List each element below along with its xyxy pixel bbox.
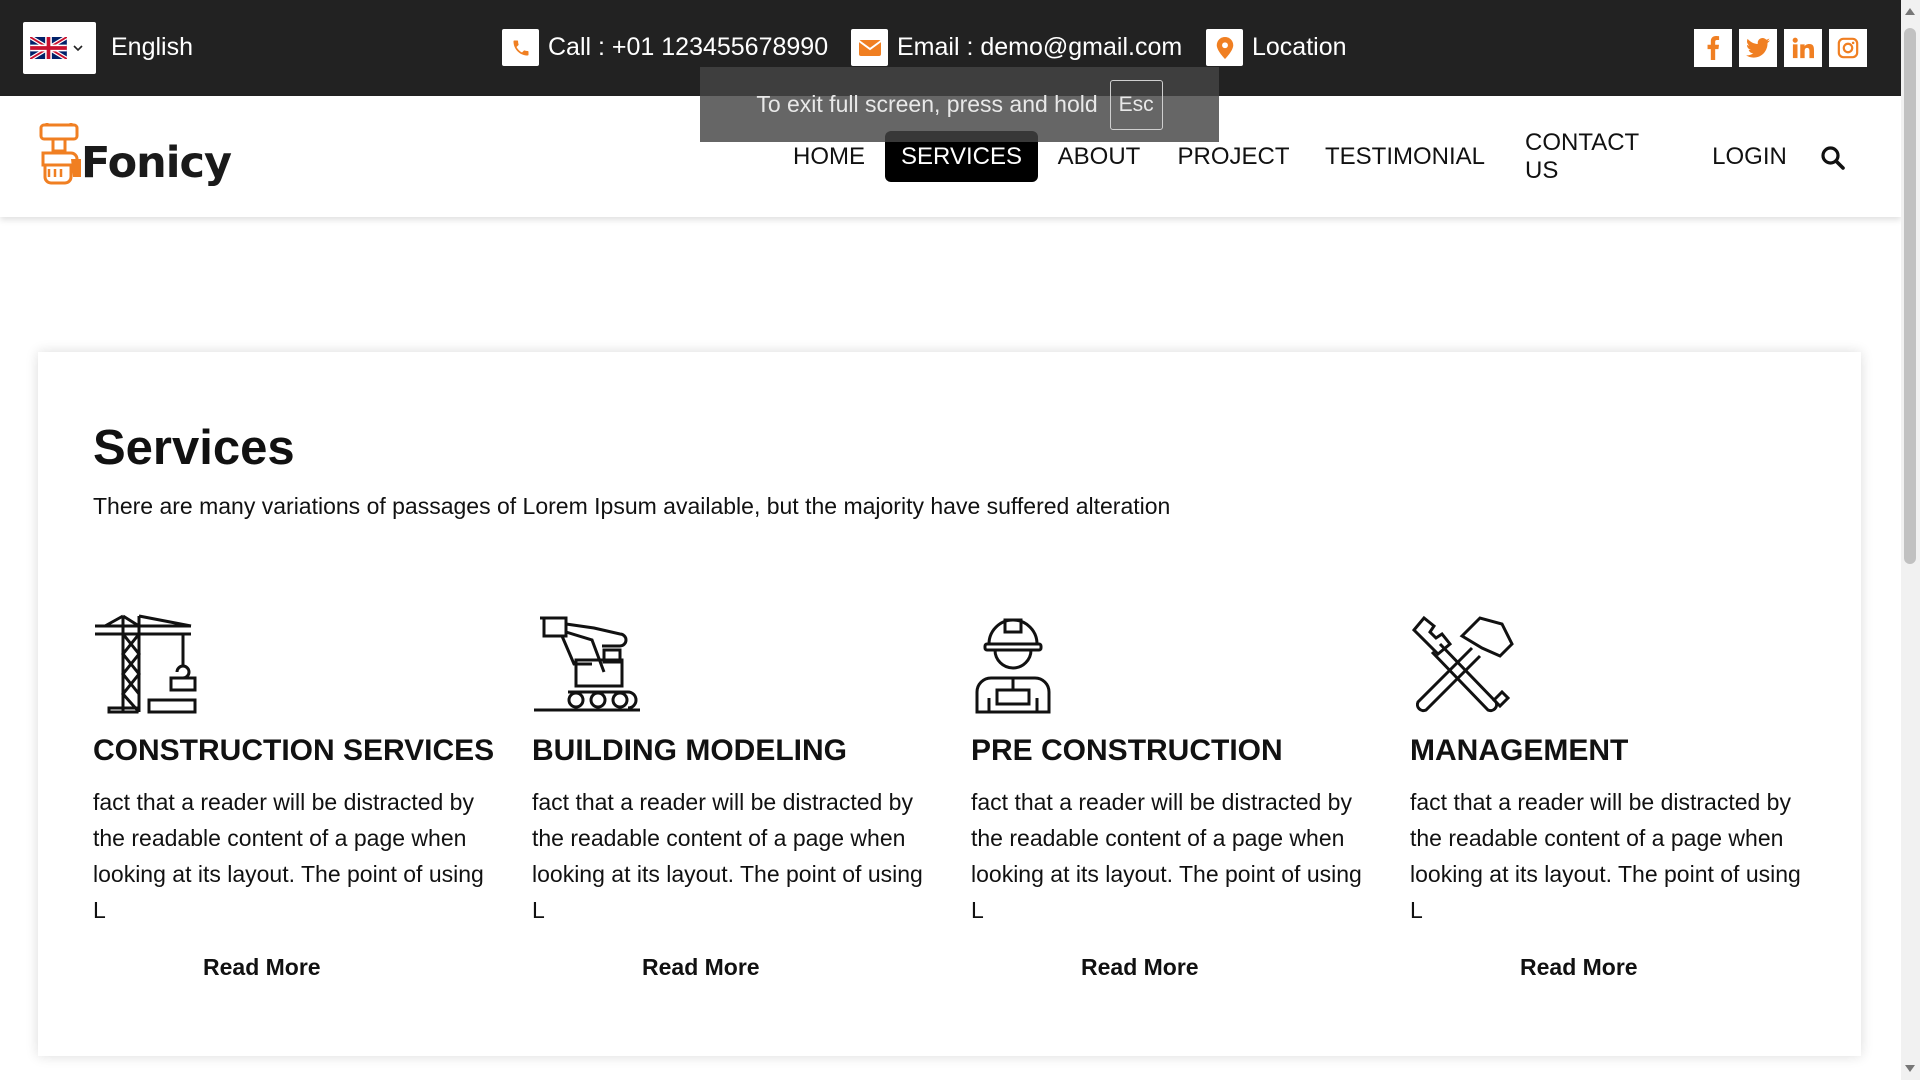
crane-icon	[95, 614, 197, 714]
read-more-link[interactable]: Read More	[1081, 954, 1199, 981]
section-title: Services	[93, 421, 295, 475]
read-more-link[interactable]: Read More	[203, 954, 321, 981]
language-label: English	[111, 33, 193, 61]
section-subtitle: There are many variations of passages of…	[93, 493, 1171, 519]
phone-icon	[502, 29, 539, 66]
email-contact[interactable]: Email : demo@gmail.com	[851, 29, 1182, 66]
language-selector[interactable]	[23, 22, 96, 74]
service-item: BUILDING MODELING fact that a reader wil…	[532, 614, 932, 980]
envelope-icon	[851, 29, 888, 66]
nav-login[interactable]: LOGIN	[1697, 131, 1802, 182]
instagram-icon[interactable]	[1829, 29, 1867, 67]
worker-icon	[975, 618, 1051, 714]
excavator-icon	[534, 616, 640, 712]
scroll-down-icon[interactable]	[1905, 1065, 1915, 1072]
email-text: Email : demo@gmail.com	[897, 33, 1183, 61]
tools-icon	[1411, 615, 1514, 713]
service-title: PRE CONSTRUCTION	[971, 734, 1283, 767]
search-icon[interactable]	[1820, 145, 1846, 171]
nav-testimonial[interactable]: TESTIMONIAL	[1306, 131, 1504, 182]
phone-contact[interactable]: Call : +01 123455678990	[502, 29, 828, 66]
service-item: PRE CONSTRUCTION fact that a reader will…	[971, 614, 1371, 980]
facebook-icon[interactable]	[1694, 29, 1732, 67]
uk-flag-icon	[30, 37, 67, 59]
read-more-link[interactable]: Read More	[1520, 954, 1638, 981]
brand-logo[interactable]: Fonicy	[37, 123, 232, 188]
linkedin-icon[interactable]	[1784, 29, 1822, 67]
service-title: BUILDING MODELING	[532, 734, 847, 767]
service-item: MANAGEMENT fact that a reader will be di…	[1410, 614, 1810, 980]
map-pin-icon	[1206, 29, 1243, 66]
fullscreen-toast: To exit full screen, press and hold Esc	[700, 67, 1219, 142]
service-description: fact that a reader will be distracted by…	[93, 789, 484, 923]
service-description: fact that a reader will be distracted by…	[532, 789, 923, 923]
scrollbar-thumb[interactable]	[1904, 28, 1916, 564]
scroll-up-icon[interactable]	[1905, 8, 1915, 15]
location-text: Location	[1252, 33, 1347, 61]
service-title: MANAGEMENT	[1410, 734, 1629, 767]
service-item: CONSTRUCTION SERVICES fact that a reader…	[93, 614, 494, 980]
twitter-icon[interactable]	[1739, 29, 1777, 67]
nav-contact-us[interactable]: CONTACT US	[1503, 129, 1698, 184]
service-description: fact that a reader will be distracted by…	[1410, 789, 1801, 923]
brand-name: Fonicy	[81, 138, 232, 188]
service-title: CONSTRUCTION SERVICES	[93, 734, 495, 767]
location-contact[interactable]: Location	[1206, 29, 1347, 66]
phone-text: Call : +01 123455678990	[548, 33, 829, 61]
toast-message: To exit full screen, press and hold	[756, 91, 1098, 117]
read-more-link[interactable]: Read More	[642, 954, 760, 981]
service-description: fact that a reader will be distracted by…	[971, 789, 1362, 923]
chevron-down-icon	[73, 45, 83, 52]
esc-key-badge: Esc	[1109, 79, 1163, 130]
